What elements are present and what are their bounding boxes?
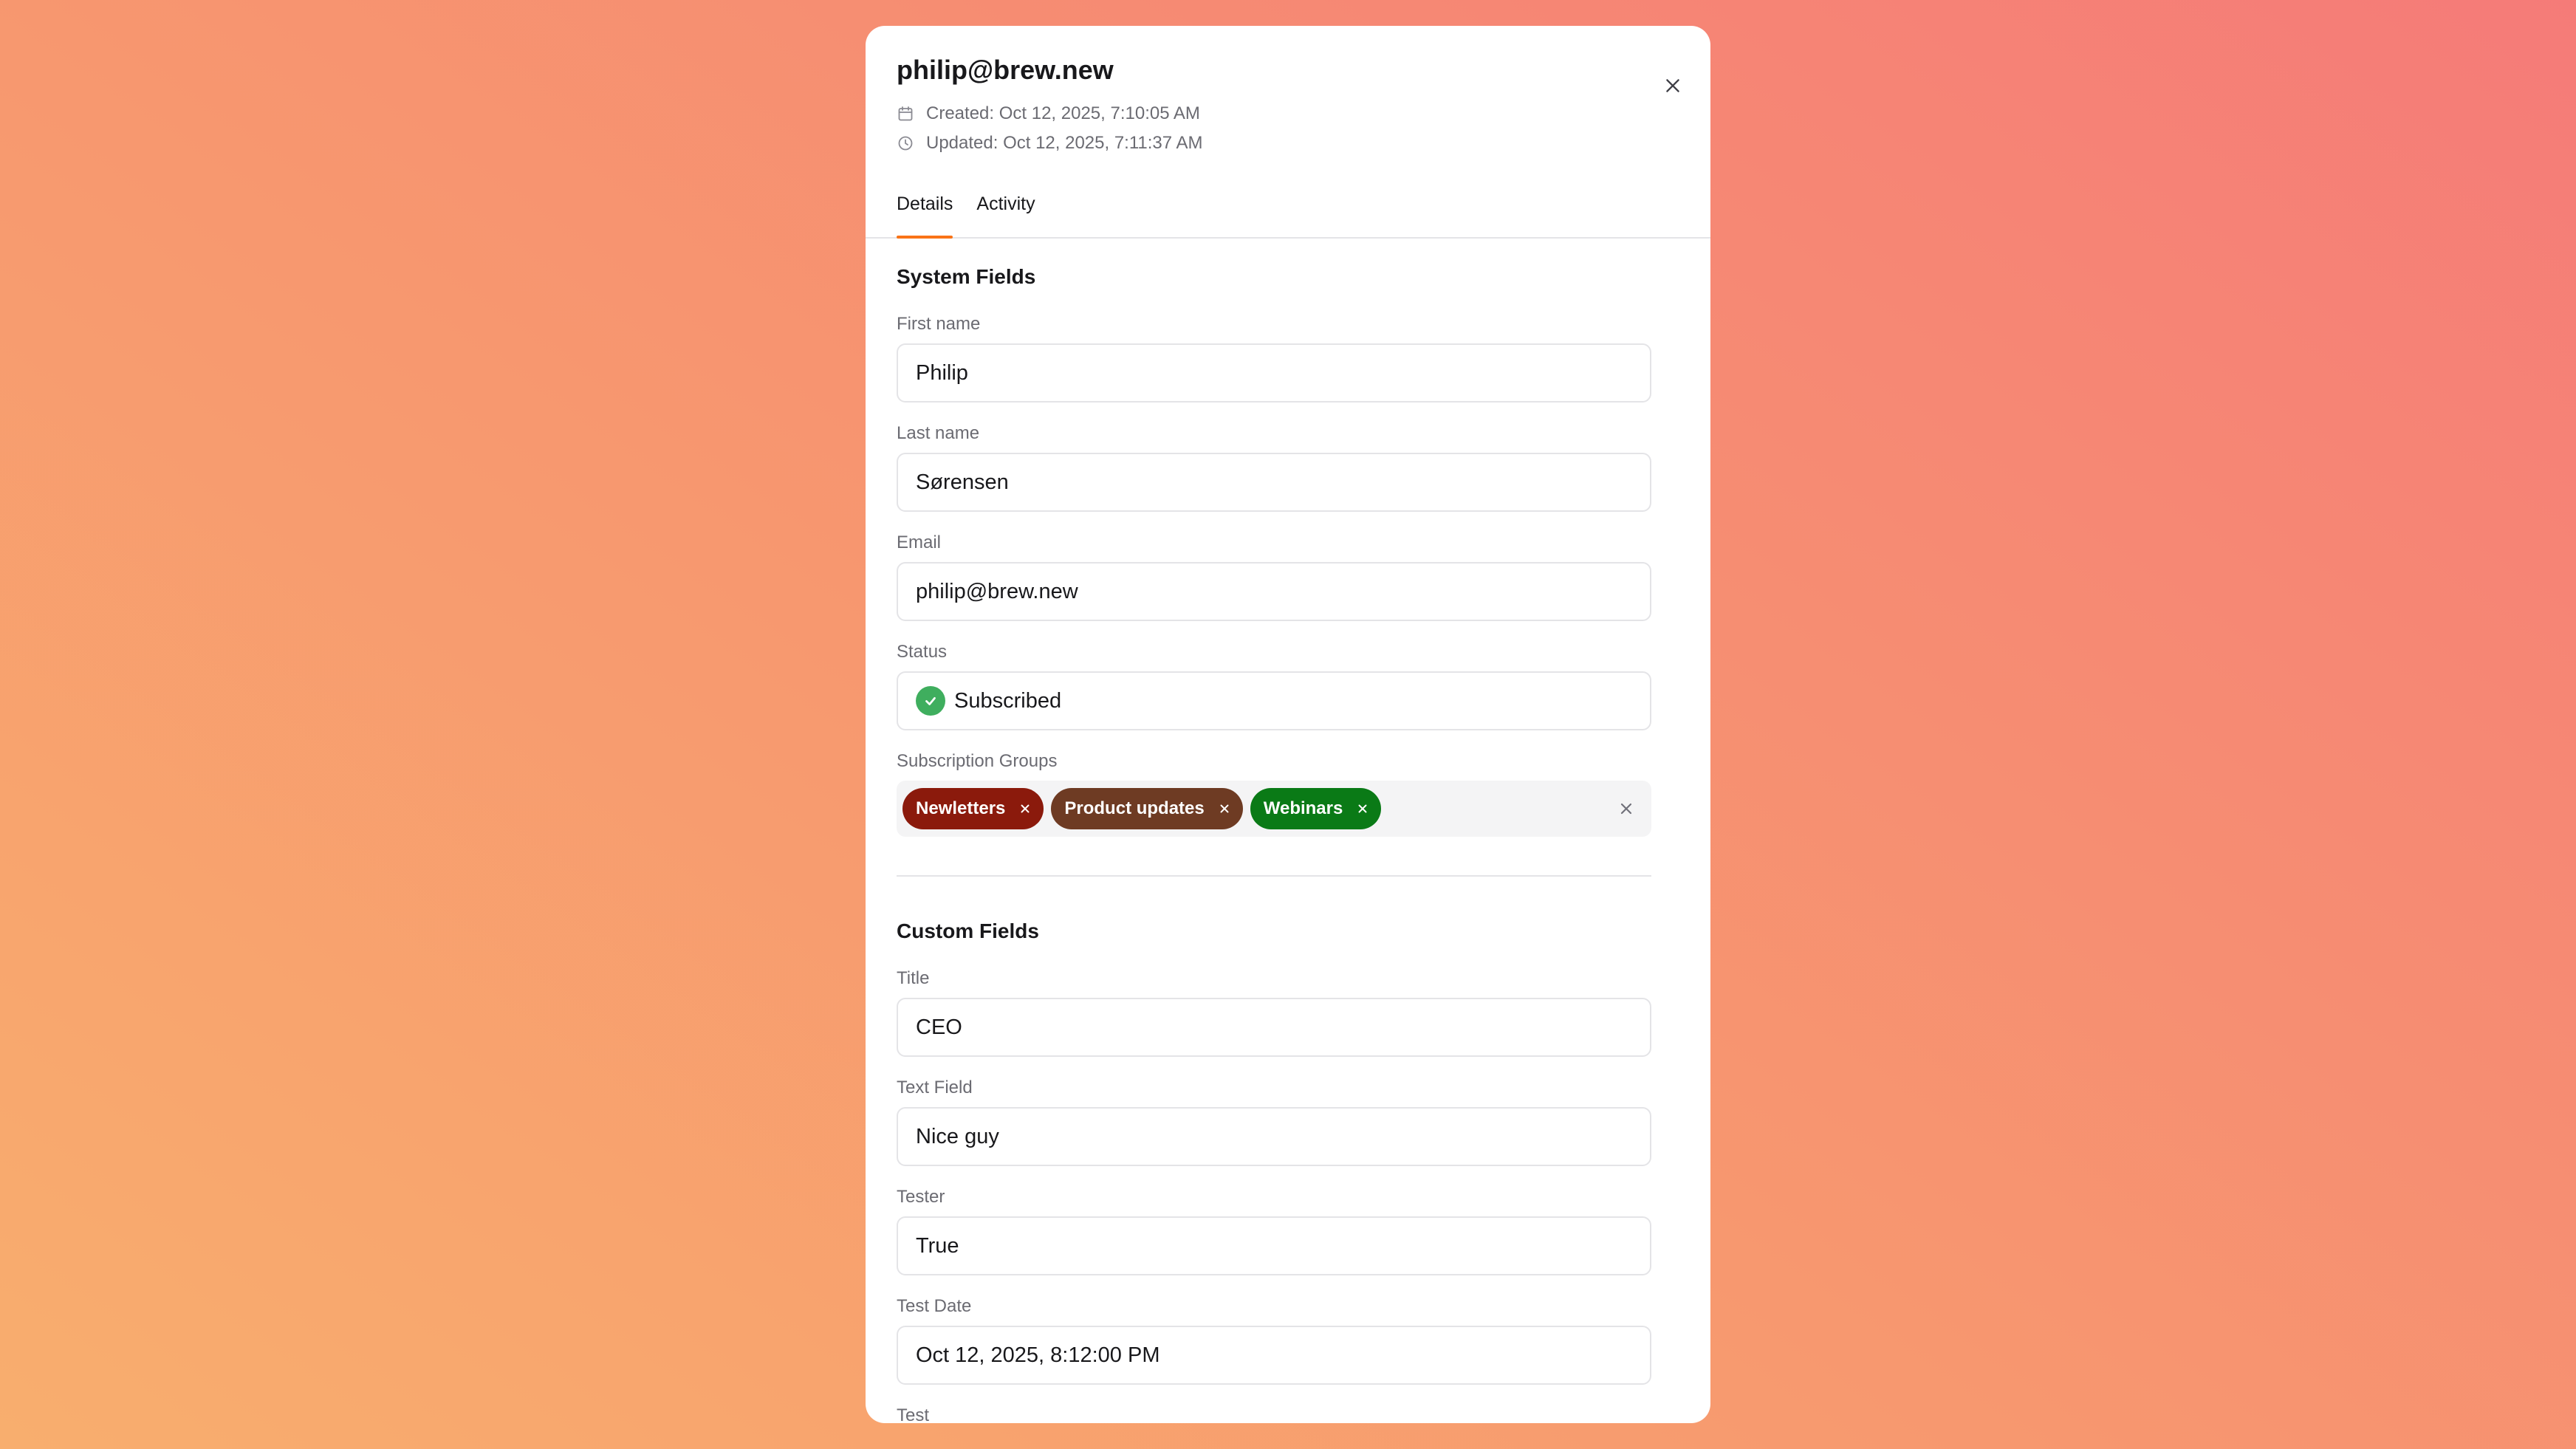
created-row: Created: Oct 12, 2025, 7:10:05 AM <box>897 99 1679 129</box>
test-field: Test <box>897 1405 1651 1423</box>
title-field: Title CEO <box>897 968 1651 1058</box>
text-field-label: Text Field <box>897 1078 973 1098</box>
text-field-input[interactable]: Nice guy <box>897 1107 1651 1167</box>
custom-fields-heading: Custom Fields <box>897 919 1039 943</box>
tag-label: Product updates <box>1064 798 1205 819</box>
email-field: Email philip@brew.new <box>897 532 1651 622</box>
test-date-input[interactable]: Oct 12, 2025, 8:12:00 PM <box>897 1326 1651 1385</box>
close-icon <box>1666 79 1679 92</box>
subscription-groups-input[interactable]: Newletters Product updates Webinars <box>897 781 1651 837</box>
text-field-field: Text Field Nice guy <box>897 1078 1651 1167</box>
tab-bar: Details Activity <box>866 193 1710 239</box>
modal-header: philip@brew.new Created: Oct 12, 2025, 7… <box>866 26 1710 158</box>
contact-detail-modal: philip@brew.new Created: Oct 12, 2025, 7… <box>866 26 1710 1423</box>
contact-title: philip@brew.new <box>897 55 1114 85</box>
test-date-label: Test Date <box>897 1296 972 1317</box>
tester-input[interactable]: True <box>897 1216 1651 1276</box>
title-label: Title <box>897 968 930 989</box>
tag-label: Webinars <box>1263 798 1343 819</box>
first-name-input[interactable]: Philip <box>897 343 1651 403</box>
tester-field: Tester True <box>897 1187 1651 1276</box>
x-icon[interactable] <box>1356 802 1369 815</box>
tab-details[interactable]: Details <box>897 193 953 239</box>
first-name-label: First name <box>897 314 981 335</box>
subscription-groups-label: Subscription Groups <box>897 751 1058 772</box>
email-input[interactable]: philip@brew.new <box>897 562 1651 622</box>
check-circle-icon <box>916 686 945 716</box>
last-name-field: Last name Sørensen <box>897 423 1651 513</box>
x-icon[interactable] <box>1018 802 1032 815</box>
status-label: Status <box>897 642 948 662</box>
x-icon[interactable] <box>1218 802 1231 815</box>
tab-activity[interactable]: Activity <box>976 193 1035 237</box>
tag-label: Newletters <box>916 798 1006 819</box>
test-label: Test <box>897 1405 930 1423</box>
status-select[interactable]: Subscribed <box>897 671 1651 731</box>
details-panel: System Fields First name Philip Last nam… <box>866 265 1710 1423</box>
email-label: Email <box>897 532 942 553</box>
last-name-label: Last name <box>897 423 980 444</box>
tag-product-updates[interactable]: Product updates <box>1051 788 1243 830</box>
updated-timestamp: Updated: Oct 12, 2025, 7:11:37 AM <box>926 133 1203 154</box>
status-value: Subscribed <box>954 688 1062 713</box>
tag-newletters[interactable]: Newletters <box>902 788 1044 830</box>
tag-webinars[interactable]: Webinars <box>1250 788 1382 830</box>
created-timestamp: Created: Oct 12, 2025, 7:10:05 AM <box>926 103 1200 124</box>
clock-icon <box>898 136 913 151</box>
tester-label: Tester <box>897 1187 945 1208</box>
title-input[interactable]: CEO <box>897 998 1651 1058</box>
test-date-field: Test Date Oct 12, 2025, 8:12:00 PM <box>897 1296 1651 1385</box>
subscription-groups-field: Subscription Groups Newletters Product u… <box>897 751 1651 837</box>
first-name-field: First name Philip <box>897 314 1651 403</box>
clear-groups-button[interactable] <box>1617 800 1635 818</box>
x-icon <box>1620 804 1632 815</box>
last-name-input[interactable]: Sørensen <box>897 453 1651 513</box>
system-fields-heading: System Fields <box>897 265 1036 289</box>
contact-meta: Created: Oct 12, 2025, 7:10:05 AM Update… <box>897 99 1679 158</box>
section-divider <box>897 875 1651 877</box>
calendar-icon <box>898 106 913 121</box>
close-button[interactable] <box>1659 72 1687 100</box>
updated-row: Updated: Oct 12, 2025, 7:11:37 AM <box>897 129 1679 158</box>
status-field: Status Subscribed <box>897 642 1651 731</box>
